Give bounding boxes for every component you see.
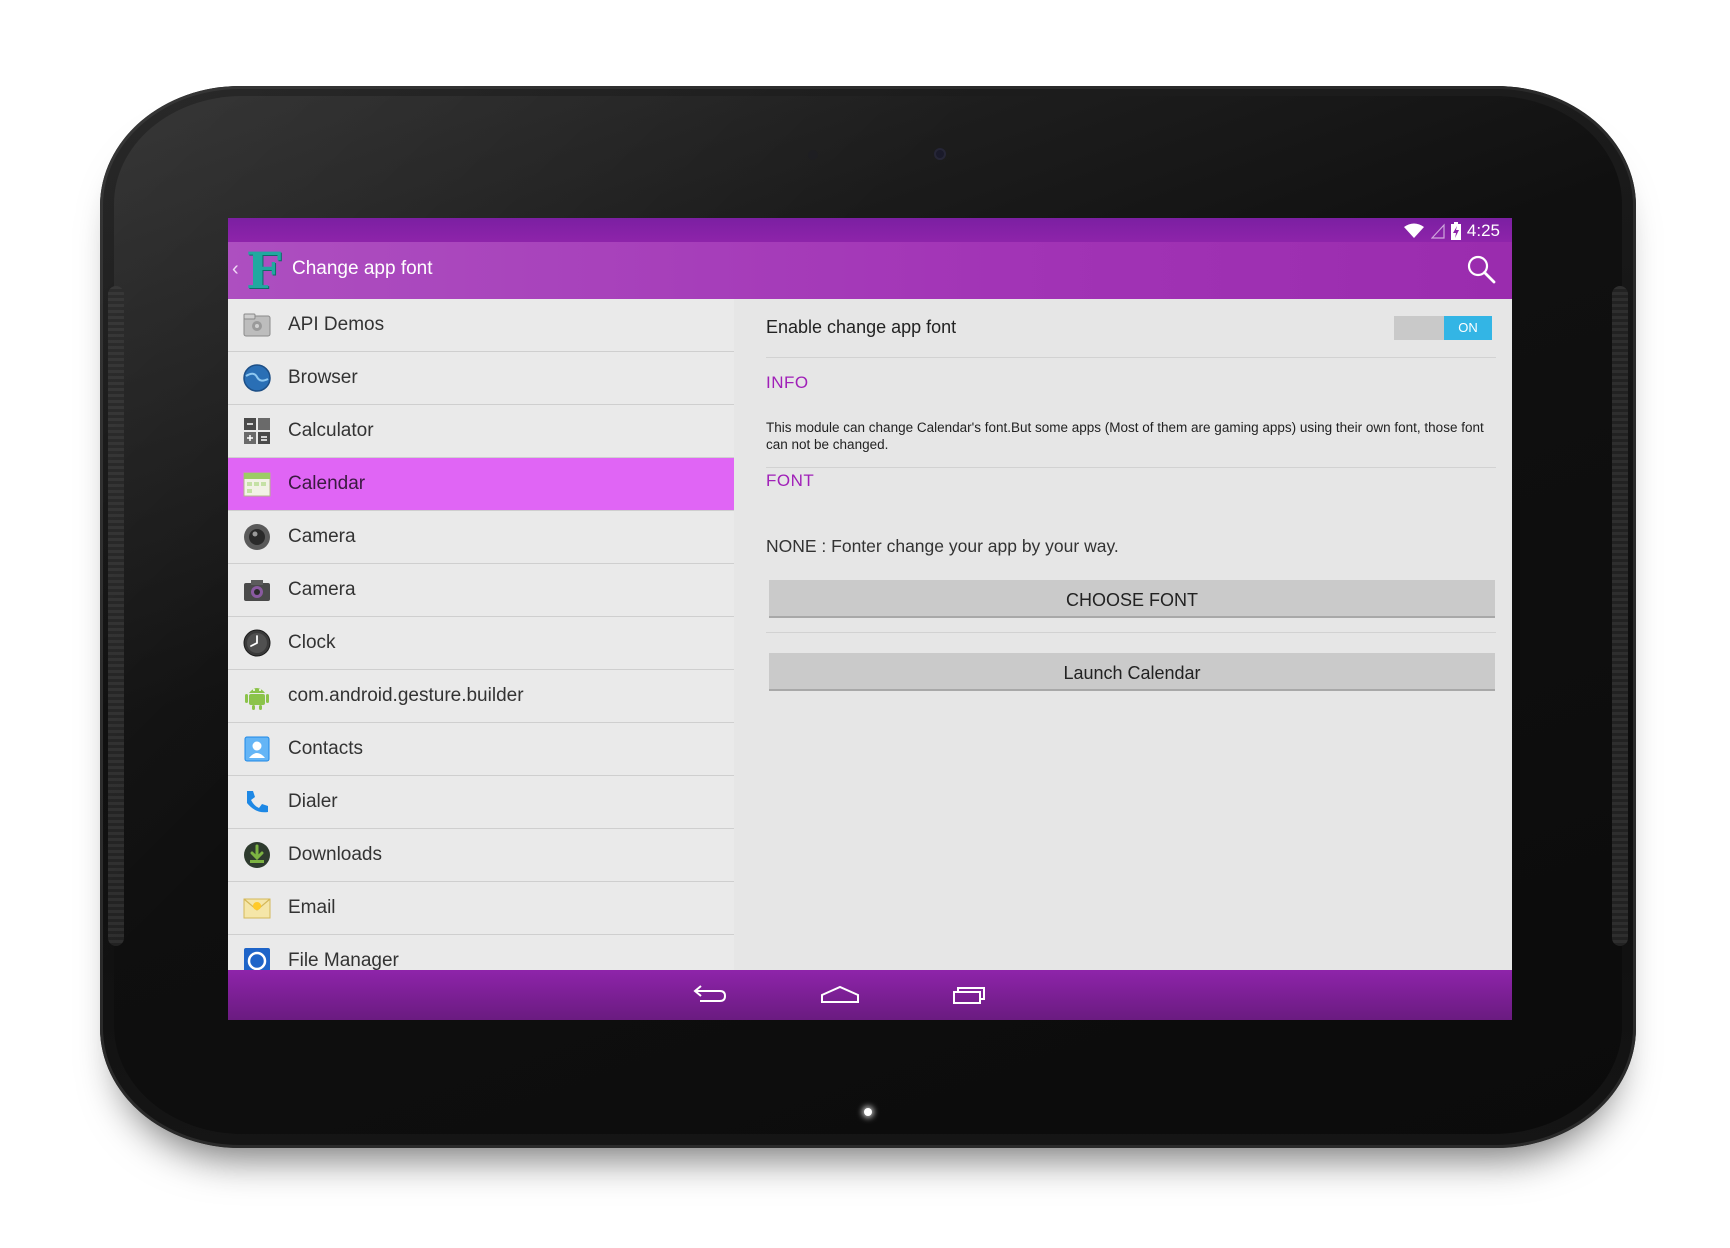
contacts-icon [244,736,270,762]
list-item-label: Camera [288,526,356,547]
list-item-email[interactable]: Email [228,882,734,935]
signal-icon [1430,223,1445,239]
list-item-clock[interactable]: Clock [228,617,734,670]
list-item-calendar[interactable]: Calendar [228,458,734,511]
search-icon[interactable] [1466,254,1496,284]
app-logo[interactable]: F [246,244,282,298]
list-item-label: Calculator [288,420,374,441]
info-heading: INFO [766,373,809,392]
battery-charging-icon [1450,222,1461,240]
chevron-left-icon[interactable]: ‹ [232,258,239,281]
choose-font-button[interactable]: CHOOSE FONT [769,580,1495,618]
status-bar: 4:25 [228,218,1512,242]
detail-panel: Enable change app font ON INFO This modu… [734,299,1512,970]
back-icon[interactable] [688,980,728,1010]
wifi-icon [1403,223,1424,238]
list-item-api-demos[interactable]: API Demos [228,299,734,352]
globe-icon [243,364,271,392]
sensor-dot [808,150,818,160]
divider [766,632,1496,633]
email-icon [243,898,271,919]
list-item-contacts[interactable]: Contacts [228,723,734,776]
list-item-file-manager[interactable]: File Manager [228,935,734,970]
app-list[interactable]: API Demos Browser Calculator Calendar Ca… [228,299,734,970]
list-item-browser[interactable]: Browser [228,352,734,405]
list-item-label: Contacts [288,738,363,759]
list-item-label: Browser [288,367,358,388]
list-item-label: Clock [288,632,336,653]
list-item-camera-2[interactable]: Camera [228,564,734,617]
list-item-calculator[interactable]: Calculator [228,405,734,458]
list-item-label: Downloads [288,844,382,865]
launch-calendar-button[interactable]: Launch Calendar [769,653,1495,691]
left-speaker-grille [108,286,124,946]
list-item-gesture-builder[interactable]: com.android.gesture.builder [228,670,734,723]
list-item-label: API Demos [288,314,385,335]
toggle-on-label: ON [1444,316,1492,340]
download-icon [244,842,270,868]
right-speaker-grille [1612,286,1628,946]
calculator-icon [244,418,270,444]
list-item-label: File Manager [288,950,399,970]
list-item-label: Dialer [288,791,338,812]
divider [766,467,1496,468]
list-item-camera-1[interactable]: Camera [228,511,734,564]
enable-change-font-row[interactable]: Enable change app font ON [766,299,1496,358]
notification-led [864,1108,872,1116]
recents-icon[interactable] [948,980,988,1010]
info-text: This module can change Calendar's font.B… [766,420,1484,452]
device-screen: 4:25 ‹ F Change app font API Demos Brows… [228,218,1512,1020]
phone-icon [247,791,268,813]
list-item-label: Camera [288,579,356,600]
navigation-bar [228,970,1512,1020]
calendar-icon [243,472,271,497]
camera-lens-icon [244,524,270,550]
list-item-label: com.android.gesture.builder [288,685,524,706]
list-item-downloads[interactable]: Downloads [228,829,734,882]
list-item-dialer[interactable]: Dialer [228,776,734,829]
font-heading: FONT [766,471,815,490]
list-item-label: Calendar [288,473,366,494]
clock-icon [243,629,271,657]
front-camera [934,148,946,160]
home-icon[interactable] [818,980,862,1010]
enable-toggle[interactable]: ON [1394,316,1492,340]
list-item-label: Email [288,897,336,918]
status-time: 4:25 [1466,221,1500,240]
enable-change-font-label: Enable change app font [766,317,957,337]
file-manager-icon [244,948,270,970]
action-bar: ‹ F Change app font [228,242,1512,299]
folder-gear-icon [243,313,271,337]
camera-icon [244,580,270,601]
page-title: Change app font [292,258,433,279]
font-description: NONE : Fonter change your app by your wa… [766,536,1119,556]
android-icon [245,688,269,710]
